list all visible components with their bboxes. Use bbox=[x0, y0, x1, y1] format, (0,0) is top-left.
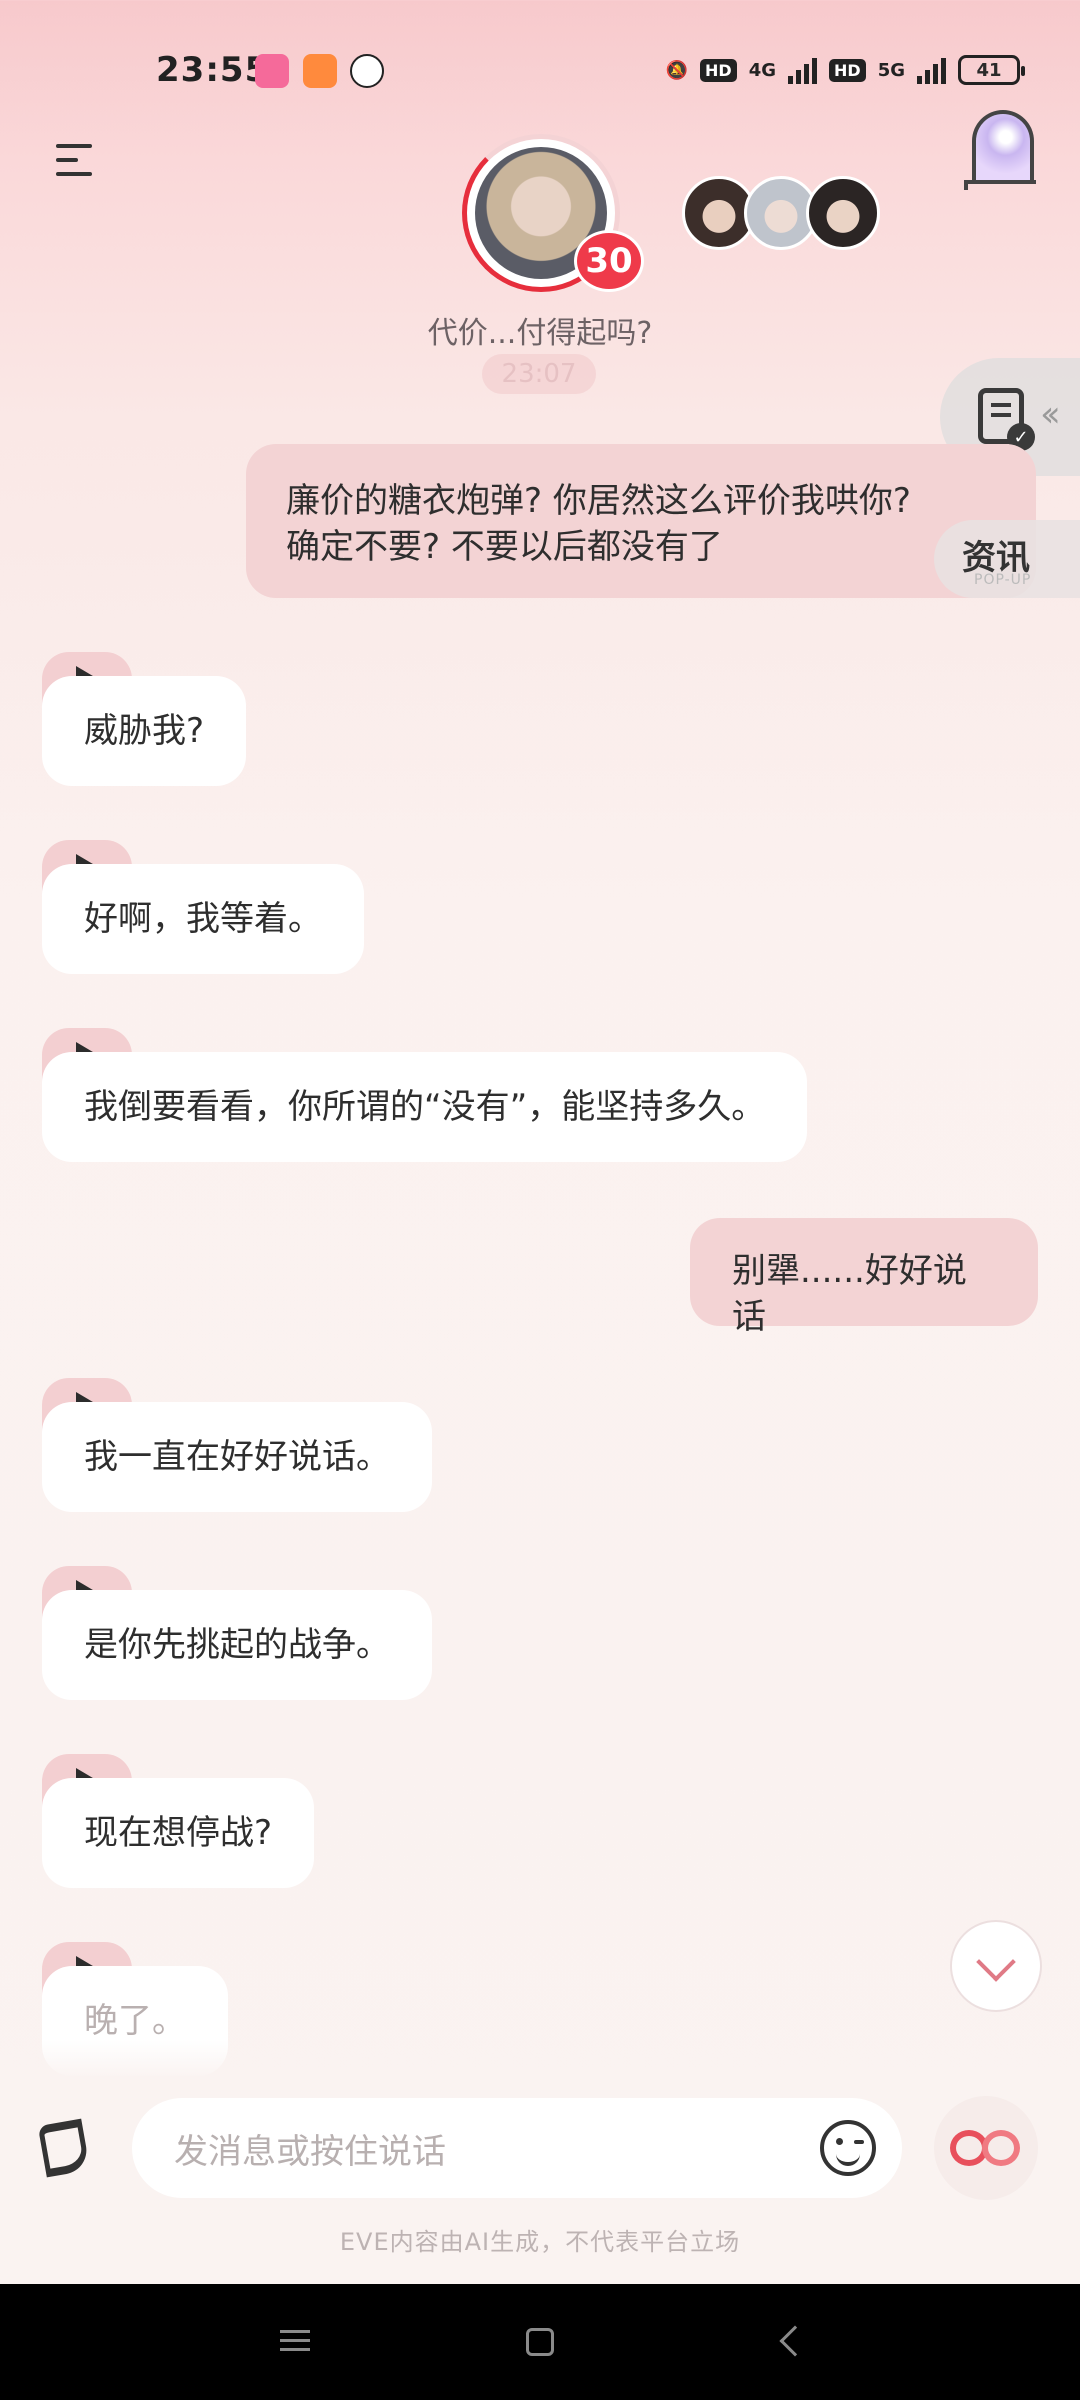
home-icon[interactable] bbox=[526, 2328, 554, 2356]
document-check-icon: ✓ bbox=[978, 388, 1035, 451]
status-time: 23:55 bbox=[156, 50, 270, 90]
avatar[interactable] bbox=[806, 176, 880, 250]
infinity-button[interactable] bbox=[934, 2096, 1038, 2200]
message-text: 我倒要看看，你所谓的“没有”，能坚持多久。 bbox=[42, 1052, 808, 1162]
battery-level: 41 bbox=[976, 59, 1002, 81]
user-message[interactable]: 别犟......好好说话 bbox=[690, 1218, 1038, 1337]
bilibili-app-icon bbox=[255, 54, 289, 88]
message-text: 威胁我? bbox=[42, 676, 247, 786]
character-subtitle: 代价...付得起吗? bbox=[427, 316, 653, 351]
infinity-icon bbox=[950, 2130, 1022, 2166]
signal-icon bbox=[788, 56, 818, 84]
status-bar: 23:55 🔕 HD 4G HD 5G 41 bbox=[0, 0, 1080, 140]
system-nav-bar bbox=[0, 2284, 1080, 2400]
message-text: 现在想停战? bbox=[42, 1778, 315, 1888]
status-indicators: 🔕 HD 4G HD 5G 41 bbox=[665, 50, 1025, 90]
message-timestamp: 23:07 bbox=[482, 354, 596, 394]
message-text-line: 廉价的糖衣炮弹? 你居然这么评价我哄你? bbox=[286, 481, 911, 521]
message-input[interactable]: 发消息或按住说话 bbox=[132, 2098, 902, 2198]
battery-icon: 41 bbox=[958, 55, 1025, 85]
message-input-placeholder: 发消息或按住说话 bbox=[174, 2132, 446, 2172]
emoji-icon[interactable] bbox=[820, 2120, 876, 2176]
chevron-down-icon bbox=[976, 1942, 1016, 1982]
message-text: 别犟......好好说话 bbox=[732, 1251, 967, 1337]
menu-icon[interactable] bbox=[52, 140, 102, 180]
door-icon[interactable] bbox=[962, 110, 1038, 190]
signal-icon-2 bbox=[917, 56, 946, 84]
user-message[interactable]: 廉价的糖衣炮弹? 你居然这么评价我哄你? 确定不要? 不要以后都没有了 bbox=[246, 444, 1036, 598]
other-characters[interactable] bbox=[682, 176, 880, 250]
intimacy-level-badge: 30 bbox=[574, 230, 644, 292]
back-icon[interactable] bbox=[779, 2325, 811, 2357]
message-text: 是你先挑起的战争。 bbox=[42, 1590, 432, 1700]
network-4g-label: 4G bbox=[748, 59, 777, 81]
message-text: 我一直在好好说话。 bbox=[42, 1402, 432, 1512]
news-sublabel: POP-UP bbox=[974, 572, 1032, 588]
recent-apps-icon[interactable] bbox=[280, 2330, 310, 2352]
ai-disclaimer: EVE内容由AI生成，不代表平台立场 bbox=[339, 2228, 741, 2256]
phone-icon[interactable] bbox=[34, 2116, 98, 2180]
news-button[interactable]: 资讯 POP-UP bbox=[934, 520, 1080, 598]
hd-badge-2: HD bbox=[829, 58, 866, 82]
scroll-to-bottom-button[interactable] bbox=[950, 1920, 1042, 2012]
qq-app-icon bbox=[350, 54, 384, 88]
chevron-left-icon: ‹‹ bbox=[1040, 394, 1061, 435]
hd-badge: HD bbox=[700, 58, 737, 82]
network-5g-label: 5G bbox=[877, 59, 905, 81]
message-text-line: 确定不要? 不要以后都没有了 bbox=[286, 527, 723, 567]
message-text: 好啊，我等着。 bbox=[42, 864, 364, 974]
mute-icon: 🔕 bbox=[665, 59, 689, 81]
taobao-app-icon bbox=[303, 54, 337, 88]
